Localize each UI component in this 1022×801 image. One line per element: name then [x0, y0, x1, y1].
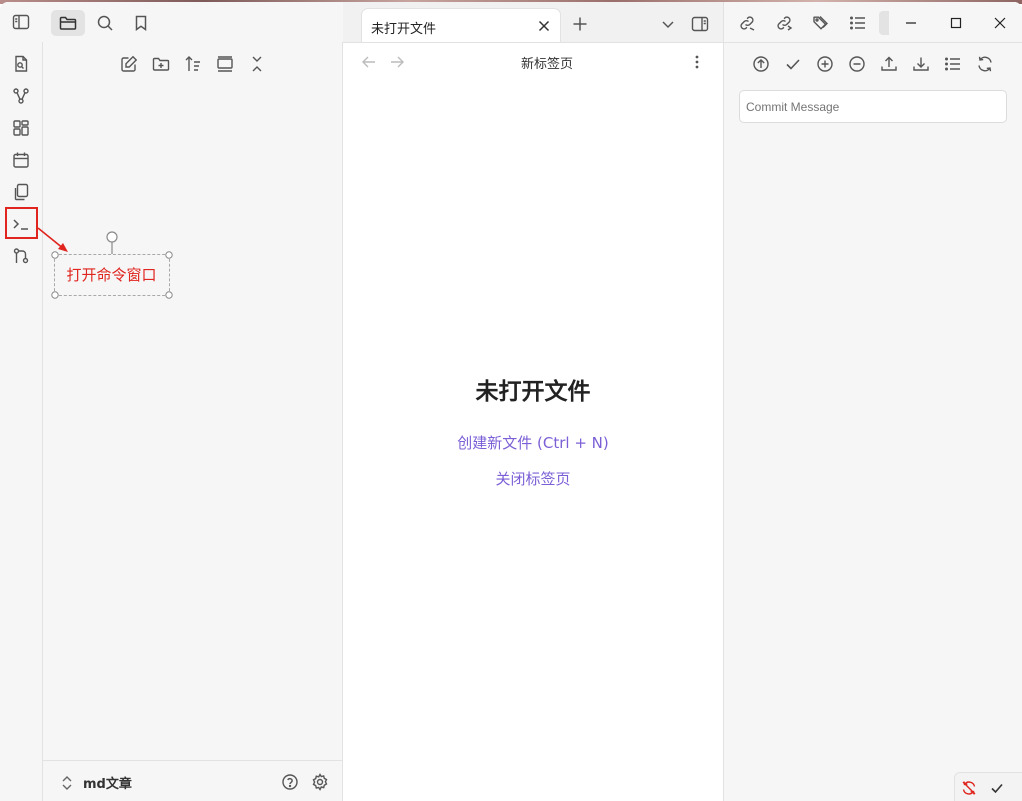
right-sidebar: [724, 2, 1022, 801]
vault-switcher-icon[interactable]: [57, 772, 77, 794]
checkmark-icon[interactable]: [986, 777, 1008, 799]
editor-pane: 未打开文件 新标签页 未打开文件 创建新文件 (Ctrl + N) 关闭标签页: [343, 2, 724, 801]
right-sidebar-header: [724, 2, 1022, 43]
new-tab-icon[interactable]: [569, 13, 591, 35]
auto-reveal-icon[interactable]: [213, 52, 237, 76]
vault-name[interactable]: md文章: [83, 773, 132, 792]
close-window-icon[interactable]: [978, 10, 1022, 36]
sync-error-icon[interactable]: [958, 777, 980, 799]
create-new-file-link[interactable]: 创建新文件 (Ctrl + N): [343, 432, 723, 453]
close-tab-link[interactable]: 关闭标签页: [343, 468, 723, 489]
obsidian-window: md文章 打开命令窗口 未打开文件 新标签页 未打开文件 创建新文件 (Ctrl…: [0, 2, 1022, 801]
backlinks-icon[interactable]: [736, 12, 758, 34]
commit-message-input[interactable]: [739, 90, 1007, 123]
upload-icon[interactable]: [878, 53, 900, 75]
close-tab-icon[interactable]: [534, 16, 554, 36]
more-options-icon[interactable]: [686, 51, 708, 73]
tab-title: 未打开文件: [371, 22, 437, 37]
settings-gear-icon[interactable]: [309, 771, 331, 793]
collapse-all-icon[interactable]: [245, 52, 269, 76]
vault-footer-divider: [43, 760, 342, 761]
push-icon[interactable]: [750, 53, 772, 75]
tab-bar: 未打开文件: [343, 2, 723, 43]
unstage-all-icon[interactable]: [846, 53, 868, 75]
tab-untitled[interactable]: 未打开文件: [361, 8, 561, 42]
outline-icon[interactable]: [847, 12, 869, 34]
commit-icon[interactable]: [782, 53, 804, 75]
annotation-handles: [51, 231, 173, 299]
pull-icon[interactable]: [910, 53, 932, 75]
maximize-icon[interactable]: [934, 10, 978, 36]
toggle-right-sidebar-icon[interactable]: [688, 13, 712, 35]
outgoing-links-icon[interactable]: [773, 12, 795, 34]
list-icon[interactable]: [942, 53, 964, 75]
tags-icon[interactable]: [810, 12, 832, 34]
tab-list-chevron-icon[interactable]: [657, 13, 679, 35]
empty-state-title: 未打开文件: [475, 379, 591, 405]
refresh-icon[interactable]: [974, 53, 996, 75]
source-control-tab[interactable]: [879, 11, 889, 35]
help-icon[interactable]: [279, 771, 301, 793]
stage-all-icon[interactable]: [814, 53, 836, 75]
minimize-icon[interactable]: [889, 10, 933, 36]
